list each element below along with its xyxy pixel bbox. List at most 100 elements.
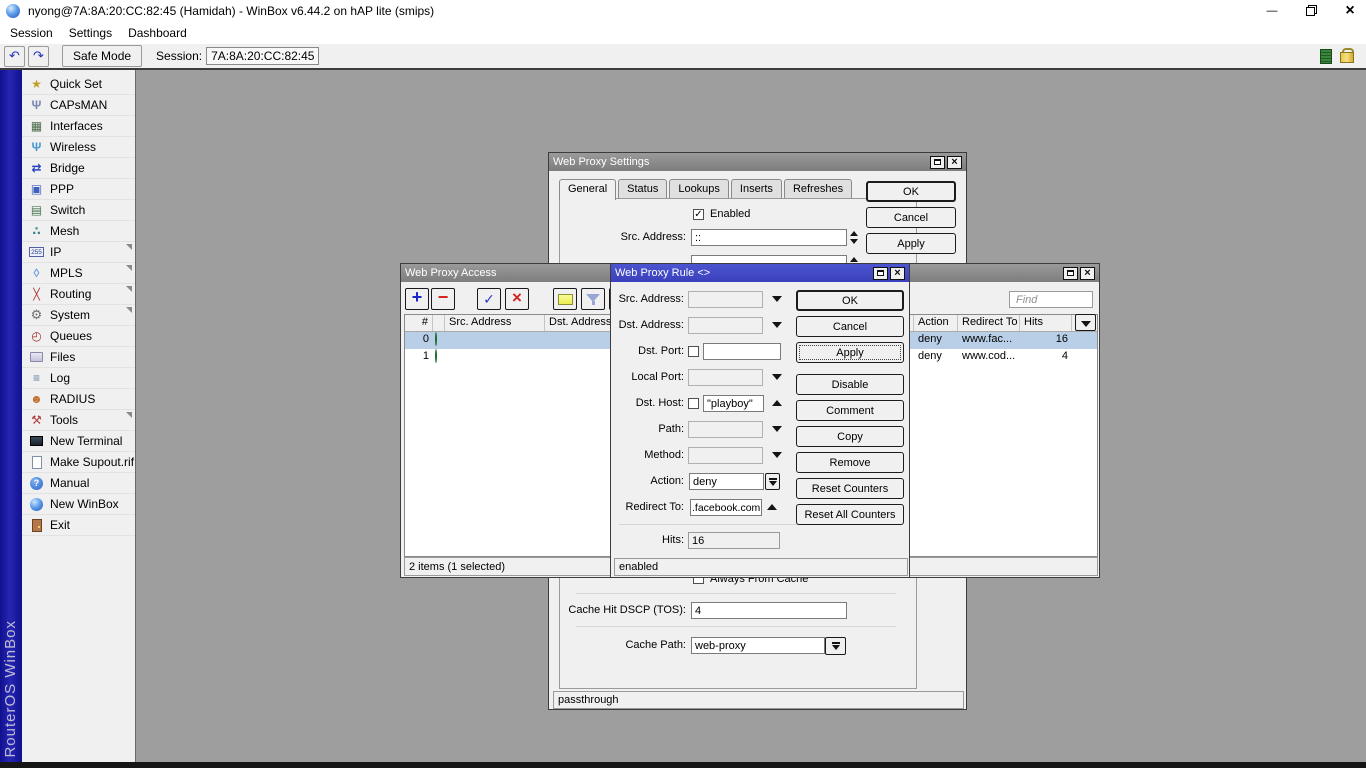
reset-counters-button[interactable]: Reset Counters	[796, 478, 904, 499]
sidebar-item-wireless[interactable]: Wireless	[22, 137, 135, 158]
collapse-arrow-icon[interactable]	[767, 504, 777, 510]
sidebar-item-ip[interactable]: 255 IP	[22, 242, 135, 263]
dropdown-arrow-icon[interactable]	[772, 322, 782, 328]
sidebar-item-switch[interactable]: Switch	[22, 200, 135, 221]
sidebar-item-mpls[interactable]: MPLS	[22, 263, 135, 284]
redirect-to-input[interactable]: .facebook.com	[690, 499, 762, 516]
dst-port-input[interactable]	[703, 343, 781, 360]
path-combo[interactable]	[688, 421, 763, 438]
column-number[interactable]: #	[405, 315, 433, 331]
cache-path-dropdown-button[interactable]	[825, 637, 846, 655]
find-input[interactable]: Find	[1009, 291, 1093, 308]
reset-all-counters-button[interactable]: Reset All Counters	[796, 504, 904, 525]
disable-button[interactable]: Disable	[796, 374, 904, 395]
sidebar-item-quick-set[interactable]: Quick Set	[22, 74, 135, 95]
column-src-address[interactable]: Src. Address	[445, 315, 545, 331]
undo-button[interactable]: ↶	[4, 45, 25, 67]
local-port-combo[interactable]	[688, 369, 763, 386]
cache-path-input[interactable]: web-proxy	[691, 637, 825, 654]
column-hits[interactable]: Hits	[1020, 315, 1072, 331]
enabled-checkbox[interactable]	[693, 209, 704, 220]
src-address-input[interactable]: ::	[691, 229, 847, 246]
remove-button[interactable]	[431, 288, 455, 310]
sidebar-item-routing[interactable]: Routing	[22, 284, 135, 305]
comment-button[interactable]: Comment	[796, 400, 904, 421]
src-address-combo[interactable]	[688, 291, 763, 308]
column-picker-button[interactable]	[1075, 314, 1096, 331]
sidebar-item-new-winbox[interactable]: New WinBox	[22, 494, 135, 515]
method-combo[interactable]	[688, 447, 763, 464]
minimize-button[interactable]	[1258, 0, 1286, 22]
close-button[interactable]	[947, 155, 962, 169]
safe-mode-button[interactable]: Safe Mode	[62, 45, 143, 67]
restore-button[interactable]	[1296, 0, 1324, 22]
menu-session[interactable]: Session	[2, 24, 61, 42]
app-titlebar[interactable]: nyong@7A:8A:20:CC:82:45 (Hamidah) - WinB…	[0, 0, 1366, 22]
add-button[interactable]	[405, 288, 429, 310]
rule-titlebar[interactable]: Web Proxy Rule <>	[611, 264, 909, 282]
filter-button[interactable]	[581, 288, 605, 310]
sidebar-item-tools[interactable]: Tools	[22, 410, 135, 431]
cancel-button[interactable]: Cancel	[866, 207, 956, 228]
maximize-button[interactable]	[930, 155, 945, 169]
menu-dashboard[interactable]: Dashboard	[120, 24, 195, 42]
dropdown-arrow-icon[interactable]	[772, 452, 782, 458]
sidebar-item-exit[interactable]: Exit	[22, 515, 135, 536]
menu-settings[interactable]: Settings	[61, 24, 120, 42]
action-dropdown-button[interactable]	[765, 473, 780, 490]
sidebar-item-interfaces[interactable]: Interfaces	[22, 116, 135, 137]
src-address-spinner[interactable]	[850, 231, 858, 244]
settings-titlebar[interactable]: Web Proxy Settings	[549, 153, 966, 171]
comment-button[interactable]	[553, 288, 577, 310]
sidebar-item-system[interactable]: System	[22, 305, 135, 326]
sidebar-item-capsman[interactable]: CAPsMAN	[22, 95, 135, 116]
tab-refreshes[interactable]: Refreshes	[783, 179, 853, 199]
action-input[interactable]: deny	[689, 473, 764, 490]
sidebar-item-make-supout[interactable]: Make Supout.rif	[22, 452, 135, 473]
enabled-label: Enabled	[710, 208, 751, 220]
cache-hit-dscp-input[interactable]: 4	[691, 602, 847, 619]
submenu-arrow-icon	[126, 307, 132, 313]
apply-button[interactable]: Apply	[796, 342, 904, 363]
maximize-button[interactable]	[873, 266, 888, 280]
dst-host-input[interactable]: "playboy"	[703, 395, 764, 412]
column-redirect-to[interactable]: Redirect To	[958, 315, 1020, 331]
sidebar-item-queues[interactable]: Queues	[22, 326, 135, 347]
maximize-button[interactable]	[1063, 266, 1078, 280]
disable-button[interactable]	[505, 288, 529, 310]
close-button[interactable]	[1336, 0, 1364, 22]
enable-button[interactable]	[477, 288, 501, 310]
dropdown-arrow-icon[interactable]	[772, 426, 782, 432]
dst-port-checkbox[interactable]	[688, 346, 699, 357]
copy-button[interactable]: Copy	[796, 426, 904, 447]
remove-button[interactable]: Remove	[796, 452, 904, 473]
column-flag[interactable]	[433, 315, 445, 331]
sidebar-item-bridge[interactable]: Bridge	[22, 158, 135, 179]
sidebar-item-ppp[interactable]: PPP	[22, 179, 135, 200]
dropdown-arrow-icon[interactable]	[772, 374, 782, 380]
collapse-arrow-icon[interactable]	[772, 400, 782, 406]
sidebar-item-radius[interactable]: RADIUS	[22, 389, 135, 410]
tab-inserts[interactable]: Inserts	[730, 179, 782, 199]
apply-button[interactable]: Apply	[866, 233, 956, 254]
close-button[interactable]	[890, 266, 905, 280]
dropdown-arrow-icon[interactable]	[772, 296, 782, 302]
sidebar-item-files[interactable]: Files	[22, 347, 135, 368]
sidebar-item-new-terminal[interactable]: New Terminal	[22, 431, 135, 452]
column-action[interactable]: Action	[914, 315, 958, 331]
dst-address-combo[interactable]	[688, 317, 763, 334]
workspace: RouterOS WinBox Quick Set CAPsMAN Interf…	[0, 70, 1366, 762]
sidebar-item-mesh[interactable]: Mesh	[22, 221, 135, 242]
cancel-button[interactable]: Cancel	[796, 316, 904, 337]
tab-status[interactable]: Status	[618, 179, 668, 199]
dst-host-checkbox[interactable]	[688, 398, 699, 409]
sidebar-item-log[interactable]: Log	[22, 368, 135, 389]
redo-button[interactable]: ↷	[28, 45, 49, 67]
tab-lookups[interactable]: Lookups	[669, 179, 729, 199]
session-input[interactable]: 7A:8A:20:CC:82:45	[206, 47, 320, 65]
ok-button[interactable]: OK	[796, 290, 904, 311]
sidebar-item-manual[interactable]: ? Manual	[22, 473, 135, 494]
tab-general[interactable]: General	[559, 179, 617, 200]
ok-button[interactable]: OK	[866, 181, 956, 202]
close-button[interactable]	[1080, 266, 1095, 280]
